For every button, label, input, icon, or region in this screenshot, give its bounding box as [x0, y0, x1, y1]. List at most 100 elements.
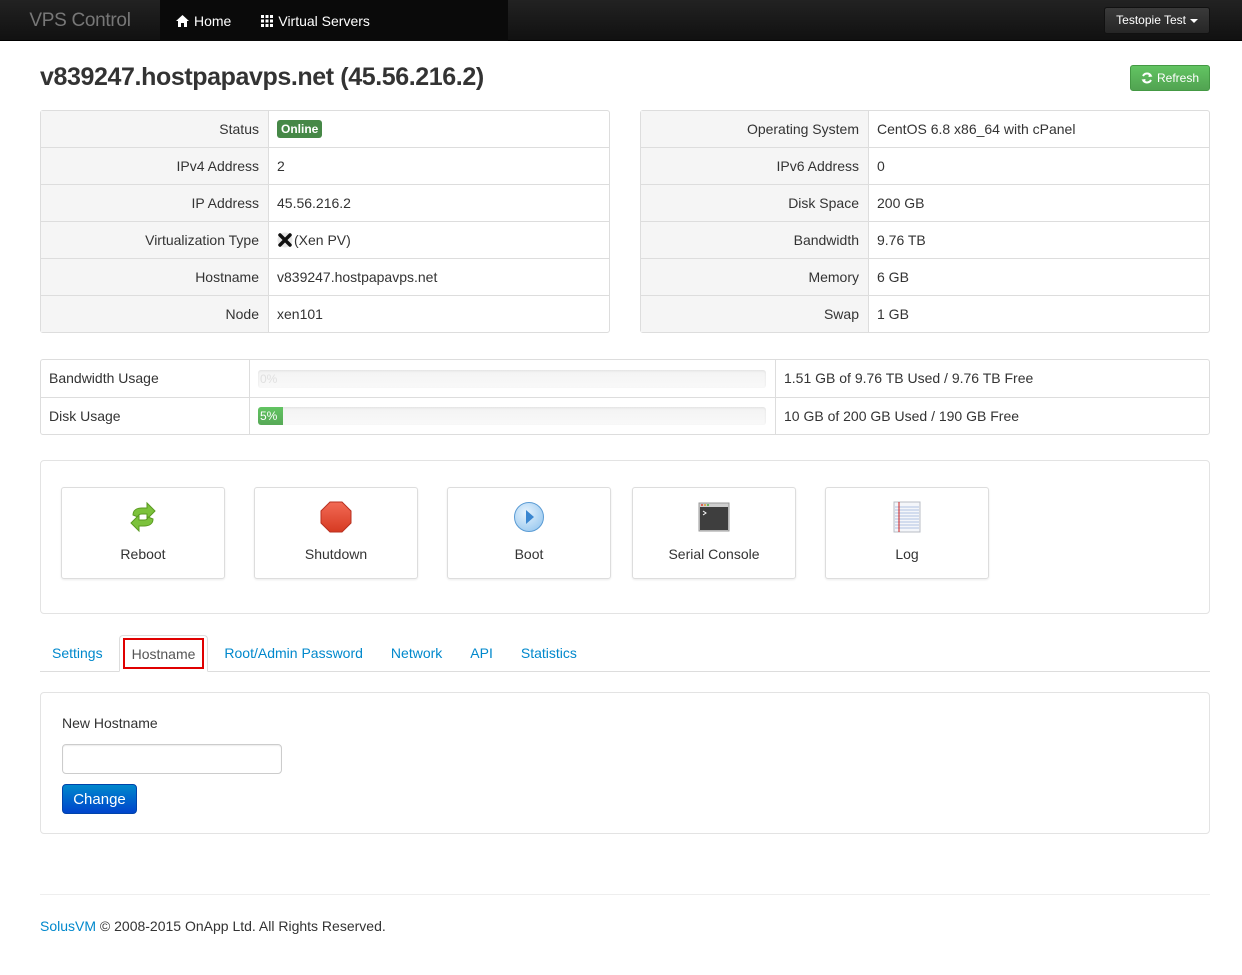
info-label: Memory: [641, 259, 869, 295]
info-value: 0: [877, 158, 885, 174]
info-row-disk-space: Disk Space 200 GB: [641, 184, 1209, 221]
tab-label: Settings: [52, 645, 103, 661]
info-value: 200 GB: [877, 195, 925, 211]
info-row-node: Node xen101: [41, 295, 609, 332]
change-button[interactable]: Change: [62, 784, 137, 814]
info-value: 6 GB: [877, 269, 909, 285]
progress-fill: 0%: [260, 371, 278, 386]
info-value: Online: [269, 111, 323, 147]
tab-root-admin-password[interactable]: Root/Admin Password: [212, 635, 375, 671]
action-label: Boot: [514, 546, 544, 562]
usage-bar-cell: 5%: [250, 398, 776, 434]
hostname-form: New Hostname Change: [40, 692, 1210, 834]
action-label: Serial Console: [668, 546, 760, 562]
info-row-ipv6: IPv6 Address 0: [641, 147, 1209, 184]
tab-api[interactable]: API: [458, 635, 505, 671]
info-label: IPv6 Address: [641, 148, 869, 184]
server-info-table-left: Status Online IPv4 Address 2 IP Address …: [40, 110, 610, 333]
log-icon: [893, 501, 921, 533]
tab-label: API: [470, 645, 493, 661]
user-name: Testopie Test: [1116, 13, 1186, 27]
info-label: Disk Space: [641, 185, 869, 221]
icon-wrap: [826, 501, 988, 533]
info-label: IPv4 Address: [41, 148, 269, 184]
boot-button[interactable]: Boot: [447, 487, 611, 579]
top-navbar: VPS Control Home Virtual Servers Testopi…: [0, 0, 1242, 41]
info-row-hostname: Hostname v839247.hostpapavps.net: [41, 258, 609, 295]
info-value: (Xen PV): [269, 222, 351, 258]
tab-label: Statistics: [520, 645, 577, 661]
serial-console-button[interactable]: Serial Console: [632, 487, 796, 579]
info-row-virtualization: Virtualization Type (Xen PV): [41, 221, 609, 258]
tab-settings[interactable]: Settings: [40, 635, 115, 671]
solusvm-link[interactable]: SolusVM: [40, 918, 96, 934]
info-value: CentOS 6.8 x86_64 with cPanel: [877, 121, 1076, 137]
action-label: Shutdown: [304, 546, 368, 562]
info-row-bandwidth: Bandwidth 9.76 TB: [641, 221, 1209, 258]
refresh-label: Refresh: [1156, 71, 1200, 85]
new-hostname-input[interactable]: [62, 744, 282, 774]
tab-network[interactable]: Network: [379, 635, 454, 671]
info-row-ip: IP Address 45.56.216.2: [41, 184, 609, 221]
info-label: IP Address: [41, 185, 269, 221]
info-value: 1 GB: [877, 306, 909, 322]
bandwidth-progress-bar: 0%: [258, 369, 766, 388]
progress-fill: 5%: [258, 407, 284, 425]
usage-table: Bandwidth Usage 0% 1.51 GB of 9.76 TB Us…: [40, 359, 1210, 435]
copyright-text: © 2008-2015 OnApp Ltd. All Rights Reserv…: [96, 918, 386, 934]
info-label: Bandwidth: [641, 222, 869, 258]
tab-label: Root/Admin Password: [224, 645, 363, 661]
info-value: 9.76 TB: [877, 232, 926, 248]
usage-text: 1.51 GB of 9.76 TB Used / 9.76 TB Free: [784, 370, 1034, 386]
info-row-memory: Memory 6 GB: [641, 258, 1209, 295]
info-row-swap: Swap 1 GB: [641, 295, 1209, 332]
refresh-button[interactable]: Refresh: [1130, 65, 1210, 91]
virtualization-type: (Xen PV): [294, 232, 351, 248]
page-title: v839247.hostpapavps.net (45.56.216.2): [40, 63, 484, 91]
tab-statistics[interactable]: Statistics: [509, 635, 589, 671]
reboot-button[interactable]: Reboot: [61, 487, 225, 579]
main-nav: Home Virtual Servers: [160, 0, 508, 41]
icon-wrap: [62, 501, 224, 533]
nav-virtual-servers[interactable]: Virtual Servers: [261, 13, 370, 29]
info-label: Swap: [641, 296, 869, 332]
tab-label: Hostname: [131, 646, 196, 662]
shutdown-button[interactable]: Shutdown: [254, 487, 418, 579]
icon-wrap: [448, 501, 610, 533]
home-icon: [176, 14, 189, 27]
server-info-table-right: Operating System CentOS 6.8 x86_64 with …: [640, 110, 1210, 333]
footer: SolusVM © 2008-2015 OnApp Ltd. All Right…: [40, 918, 386, 934]
usage-bar-cell: 0%: [250, 360, 776, 397]
actions-panel: Reboot Shutdown Boot Serial Console Log: [40, 460, 1210, 614]
action-label: Reboot: [120, 546, 166, 562]
tab-hostname[interactable]: Hostname: [118, 635, 209, 672]
brand-logo[interactable]: VPS Control: [0, 0, 160, 41]
icon-wrap: [255, 501, 417, 533]
nav-home-label: Home: [194, 12, 232, 29]
info-label: Hostname: [41, 259, 269, 295]
nav-home[interactable]: Home: [176, 13, 231, 29]
info-value: v839247.hostpapavps.net: [277, 269, 438, 285]
footer-divider: [40, 894, 1210, 895]
usage-label: Disk Usage: [41, 398, 250, 434]
info-row-status: Status Online: [41, 111, 609, 147]
info-label: Status: [41, 111, 269, 147]
shutdown-icon: [320, 501, 352, 533]
info-value: 45.56.216.2: [277, 195, 351, 211]
tab-label: Network: [390, 645, 443, 661]
action-label: Log: [895, 546, 919, 562]
new-hostname-label: New Hostname: [62, 715, 158, 731]
settings-tabs: Settings Hostname Root/Admin Password Ne…: [40, 635, 1210, 672]
boot-icon: [514, 502, 544, 532]
user-menu-button[interactable]: Testopie Test: [1104, 7, 1210, 34]
info-value: 2: [277, 158, 285, 174]
xen-icon: [277, 232, 293, 248]
log-button[interactable]: Log: [825, 487, 989, 579]
icon-wrap: [633, 501, 795, 533]
console-icon: [698, 502, 730, 532]
info-row-os: Operating System CentOS 6.8 x86_64 with …: [641, 111, 1209, 147]
disk-progress-bar: 5%: [258, 407, 766, 425]
usage-text: 10 GB of 200 GB Used / 190 GB Free: [784, 408, 1020, 424]
reboot-icon: [130, 501, 156, 533]
usage-row-disk: Disk Usage 5% 10 GB of 200 GB Used / 190…: [41, 397, 1209, 434]
